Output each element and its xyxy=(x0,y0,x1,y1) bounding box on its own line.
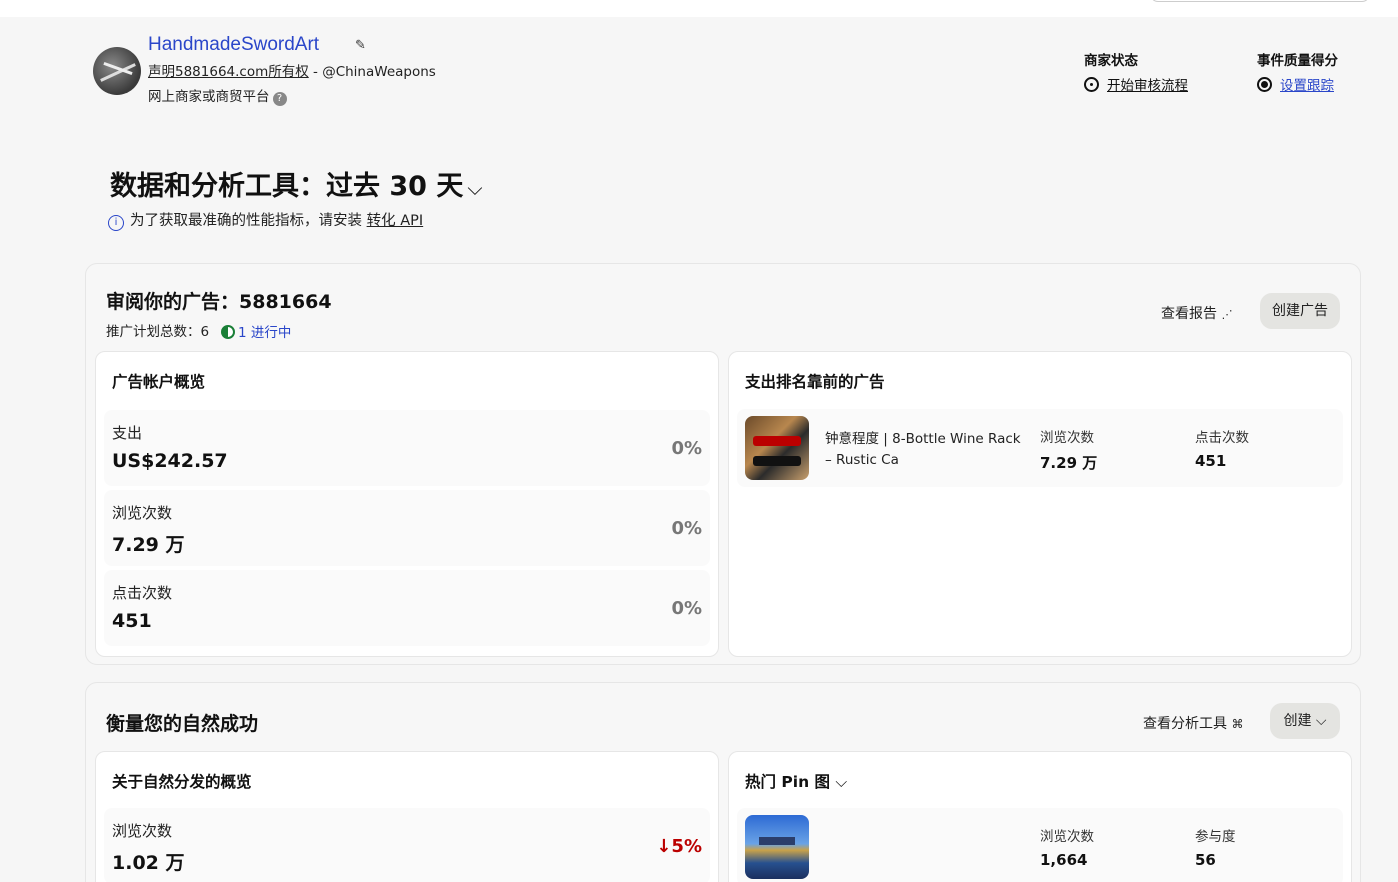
metric-value: 1.02 万 xyxy=(112,852,185,874)
metric-value: 451 xyxy=(112,610,152,632)
ads-review-section: 审阅你的广告：5881664 推广计划总数：6 1 进行中 查看报告 ⋰ 创建广… xyxy=(85,263,1361,665)
view-report-link[interactable]: 查看报告 ⋰ xyxy=(1161,303,1232,323)
metric-label: 点击次数 xyxy=(112,584,173,602)
grid-icon: ⌘ xyxy=(1231,717,1244,731)
campaign-count: 推广计划总数：6 xyxy=(106,324,210,340)
info-text: 为了获取最准确的性能指标，请安装 xyxy=(130,213,367,229)
top-bar xyxy=(0,0,1398,17)
top-pins-label: 热门 Pin 图 xyxy=(745,773,831,791)
view-analytics-link[interactable]: 查看分析工具 ⌘ xyxy=(1143,713,1243,733)
top-pins-card: 热门 Pin 图 ⌵ 浏览次数 1,664 参与度 56 xyxy=(728,751,1352,882)
active-badge[interactable]: 1 进行中 xyxy=(221,321,291,341)
claim-text: 声明 xyxy=(148,64,175,80)
metric-change: ↓5% xyxy=(656,836,702,857)
metric-value: US$242.57 xyxy=(112,450,228,472)
merchant-status-value[interactable]: 开始审核流程 xyxy=(1084,74,1188,94)
view-report-label: 查看报告 xyxy=(1161,306,1217,322)
view-analytics-label: 查看分析工具 xyxy=(1143,716,1227,732)
top-ads-title: 支出排名靠前的广告 xyxy=(745,373,885,391)
event-quality-label: 事件质量得分 xyxy=(1257,53,1338,69)
merchant-status-link[interactable]: 开始审核流程 xyxy=(1107,78,1188,94)
views-label: 浏览次数 xyxy=(1040,829,1094,845)
claim-domain: 5881664.com xyxy=(175,64,269,80)
conversion-api-link[interactable]: 转化 API xyxy=(367,213,424,229)
business-type: 网上商家或商贸平台? xyxy=(148,85,287,106)
period-dropdown[interactable]: 过去 30 天 xyxy=(326,171,463,202)
list-item[interactable]: 钟意程度 | 8-Bottle Wine Rack – Rustic Ca 浏览… xyxy=(737,409,1343,487)
edit-icon[interactable]: ✎ xyxy=(355,38,366,53)
claim-link[interactable]: 声明5881664.com所有权 xyxy=(148,64,309,80)
views-value: 7.29 万 xyxy=(1040,454,1098,472)
views-value: 1,664 xyxy=(1040,851,1088,869)
organic-overview-card: 关于自然分发的概览 浏览次数 1.02 万 ↓5% xyxy=(95,751,719,882)
ads-review-title: 审阅你的广告：5881664 xyxy=(106,291,332,313)
merchant-status-label: 商家状态 xyxy=(1084,53,1138,69)
organic-section: 衡量您的自然成功 查看分析工具 ⌘ 创建 ⌵ 关于自然分发的概览 浏览次数 1.… xyxy=(85,682,1361,882)
metric-label: 浏览次数 xyxy=(112,822,173,840)
title-prefix: 数据和分析工具： xyxy=(110,171,326,202)
search-bar[interactable] xyxy=(1150,0,1370,2)
metric-organic-views[interactable]: 浏览次数 1.02 万 ↓5% xyxy=(104,808,710,882)
ad-thumbnail xyxy=(745,416,809,480)
page-title: 数据和分析工具：过去 30 天 ⌵ xyxy=(110,164,483,203)
claim-handle: - @ChinaWeapons xyxy=(308,64,436,80)
profile-name[interactable]: HandmadeSwordArt xyxy=(148,34,319,56)
metric-value: 7.29 万 xyxy=(112,534,185,556)
pin-thumbnail xyxy=(745,815,809,879)
metric-change: 0% xyxy=(671,518,702,539)
metric-spend[interactable]: 支出 US$242.57 0% xyxy=(104,410,710,486)
chevron-down-icon: ⌵ xyxy=(835,773,848,791)
top-ads-card: 支出排名靠前的广告 钟意程度 | 8-Bottle Wine Rack – Ru… xyxy=(728,351,1352,657)
chart-icon: ⋰ xyxy=(1221,308,1233,321)
clicks-label: 点击次数 xyxy=(1195,430,1249,446)
avatar[interactable] xyxy=(93,47,141,95)
clicks-value: 451 xyxy=(1195,452,1227,470)
claim-suffix: 所有权 xyxy=(268,64,309,80)
metric-views[interactable]: 浏览次数 7.29 万 0% xyxy=(104,490,710,566)
chevron-down-icon: ⌵ xyxy=(1315,713,1327,729)
setup-tracking-link[interactable]: 设置跟踪 xyxy=(1280,78,1334,94)
metric-label: 浏览次数 xyxy=(112,504,173,522)
ad-overview-title: 广告帐户概览 xyxy=(112,373,206,391)
business-type-label: 网上商家或商贸平台 xyxy=(148,89,270,105)
engagement-label: 参与度 xyxy=(1195,829,1236,845)
metric-change: 0% xyxy=(671,438,702,459)
active-count: 1 进行中 xyxy=(238,325,292,341)
views-label: 浏览次数 xyxy=(1040,430,1094,446)
quality-circle-icon xyxy=(1257,77,1272,92)
status-circle-icon xyxy=(1084,77,1099,92)
list-item[interactable]: 浏览次数 1,664 参与度 56 xyxy=(737,808,1343,882)
metric-label: 支出 xyxy=(112,424,143,442)
event-quality-value[interactable]: 设置跟踪 xyxy=(1257,74,1334,94)
help-icon[interactable]: ? xyxy=(272,92,287,106)
active-status-icon xyxy=(221,325,235,339)
claim-line: 声明5881664.com所有权 - @ChinaWeapons xyxy=(148,60,436,80)
organic-overview-title: 关于自然分发的概览 xyxy=(112,773,252,791)
engagement-value: 56 xyxy=(1195,851,1216,869)
chevron-down-icon[interactable]: ⌵ xyxy=(467,176,482,200)
metric-clicks[interactable]: 点击次数 451 0% xyxy=(104,570,710,646)
create-ad-button[interactable]: 创建广告 xyxy=(1260,293,1340,329)
ad-name: 钟意程度 | 8-Bottle Wine Rack – Rustic Ca xyxy=(825,431,1021,468)
organic-title: 衡量您的自然成功 xyxy=(106,713,259,735)
create-dropdown-button[interactable]: 创建 ⌵ xyxy=(1270,703,1340,739)
info-icon: i xyxy=(108,215,124,231)
info-banner: i 为了获取最准确的性能指标，请安装 转化 API xyxy=(108,209,423,231)
metric-change: 0% xyxy=(671,598,702,619)
ad-overview-card: 广告帐户概览 支出 US$242.57 0% 浏览次数 7.29 万 0% 点击… xyxy=(95,351,719,657)
top-pins-title[interactable]: 热门 Pin 图 ⌵ xyxy=(745,770,847,792)
create-label: 创建 xyxy=(1283,713,1312,729)
